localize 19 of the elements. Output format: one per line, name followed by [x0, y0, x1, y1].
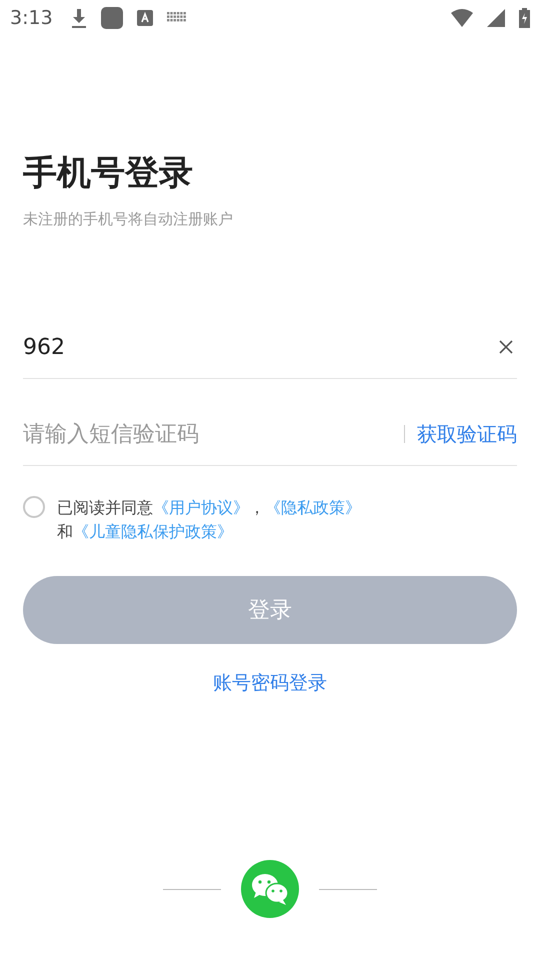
signal-icon — [487, 9, 505, 27]
policy-link[interactable]: 《用户协议》 — [153, 498, 249, 517]
status-time: 3:13 — [10, 7, 53, 29]
policy-link[interactable]: 《隐私政策》 — [265, 498, 361, 517]
get-code-button[interactable]: 获取验证码 — [417, 420, 517, 448]
agree-checkbox[interactable] — [23, 496, 45, 518]
subtitle: 未注册的手机号将自动注册账户 — [23, 210, 234, 229]
keyboard-icon — [166, 12, 187, 24]
app-icon — [100, 7, 123, 29]
policy-link[interactable]: 《儿童隐私保护政策》 — [73, 522, 233, 541]
agreement-text: 已阅读并同意《用户协议》，《隐私政策》 和《儿童隐私保护政策》 — [57, 497, 361, 543]
page-title: 手机号登录 — [23, 152, 194, 195]
download-icon — [70, 8, 87, 28]
password-login-link[interactable]: 账号密码登录 — [213, 670, 327, 696]
phone-field[interactable]: 962 — [23, 334, 495, 360]
code-field[interactable]: 请输入短信验证码 — [23, 422, 404, 446]
wifi-icon — [451, 9, 473, 27]
battery-icon — [519, 8, 530, 28]
font-icon — [136, 10, 153, 26]
